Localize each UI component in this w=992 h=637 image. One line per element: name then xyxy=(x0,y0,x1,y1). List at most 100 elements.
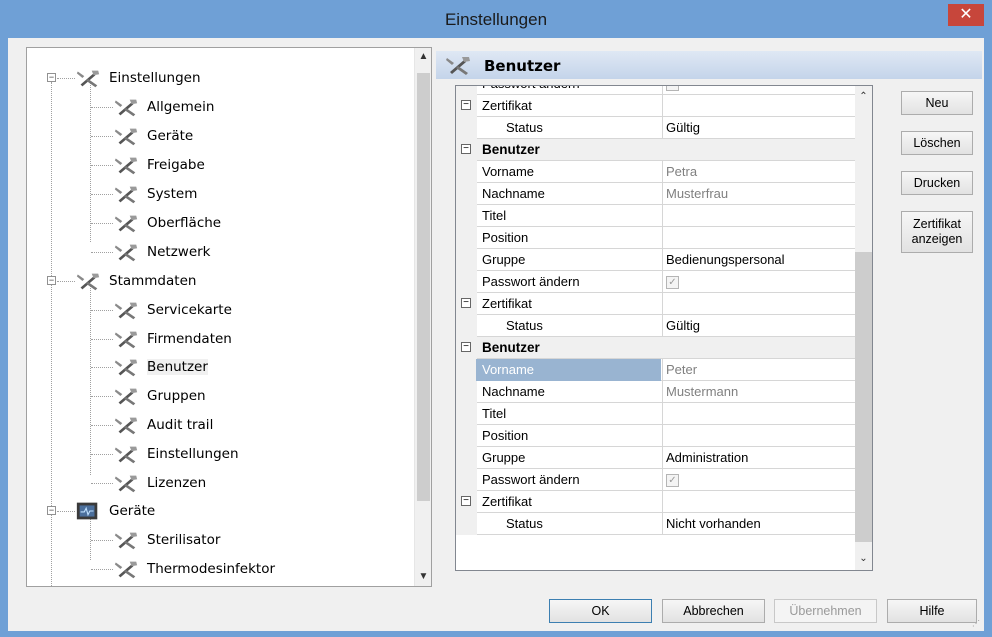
tree-item[interactable]: Oberfläche xyxy=(113,211,221,235)
grid-category-row[interactable]: − Benutzer xyxy=(456,139,856,161)
grid-collapse-toggle[interactable]: − xyxy=(461,298,471,308)
tree-item[interactable]: Netzwerk xyxy=(113,240,211,264)
tree-item[interactable]: Einstellungen xyxy=(113,442,239,466)
grid-category-row[interactable]: − Benutzer xyxy=(456,337,856,359)
tree-item[interactable]: Audit trail xyxy=(113,413,213,437)
grid-property-value[interactable]: Nicht vorhanden xyxy=(666,513,761,535)
grid-property-name: Zertifikat xyxy=(482,494,532,509)
tree-scroll-down-button[interactable]: ▼ xyxy=(415,568,431,586)
new-button[interactable]: Neu xyxy=(901,91,973,115)
grid-property-value[interactable]: Gültig xyxy=(666,315,700,337)
delete-button[interactable]: Löschen xyxy=(901,131,973,155)
grid-gutter xyxy=(456,183,477,205)
tree-collapse-toggle[interactable]: − xyxy=(47,276,56,285)
tree-item[interactable]: Benutzer xyxy=(113,355,208,379)
grid-property-row[interactable]: Passwort ändern ✓ xyxy=(456,469,856,491)
help-button[interactable]: Hilfe xyxy=(887,599,977,623)
grid-property-row[interactable]: Nachname Mustermann xyxy=(456,381,856,403)
grid-collapse-toggle[interactable]: − xyxy=(461,144,471,154)
grid-property-value[interactable]: ✓ xyxy=(666,469,679,491)
grid-property-value[interactable]: ✓ xyxy=(666,86,679,95)
grid-property-row[interactable]: Position xyxy=(456,227,856,249)
tree-item[interactable]: Freigabe xyxy=(113,153,205,177)
grid-property-row[interactable]: Titel xyxy=(456,403,856,425)
tree-scroll-thumb[interactable] xyxy=(417,73,430,501)
grid-property-value[interactable]: Peter xyxy=(666,359,697,381)
grid-property-row[interactable]: Passwort ändern ✓ xyxy=(456,86,856,95)
tree-item[interactable]: Sterilisator xyxy=(113,528,220,552)
tree-collapse-toggle[interactable]: − xyxy=(47,73,56,82)
grid-scroll-up-button[interactable]: ⌃ xyxy=(855,88,872,106)
grid-scroll-thumb[interactable] xyxy=(855,252,872,542)
tree-item[interactable]: Add-Ons xyxy=(75,583,167,586)
grid-column-separator xyxy=(662,86,663,95)
grid-property-value[interactable]: Administration xyxy=(666,447,748,469)
tools-icon xyxy=(114,128,138,146)
tree-item[interactable]: Stammdaten xyxy=(75,269,196,293)
grid-property-value[interactable]: Bedienungspersonal xyxy=(666,249,785,271)
grid-property-value[interactable]: Gültig xyxy=(666,117,700,139)
password-change-checkbox[interactable]: ✓ xyxy=(666,86,679,92)
tree-scroll-up-button[interactable]: ▲ xyxy=(415,48,431,66)
grid-column-separator xyxy=(662,293,663,315)
grid-property-row[interactable]: Gruppe Bedienungspersonal xyxy=(456,249,856,271)
show-certificate-button[interactable]: Zertifikat anzeigen xyxy=(901,211,973,253)
window-title: Einstellungen xyxy=(444,10,548,29)
tree-item[interactable]: Lizenzen xyxy=(113,471,206,495)
tree-item-label: Gruppen xyxy=(147,388,206,404)
tree-scrollbar[interactable]: ▲ ▼ xyxy=(414,48,431,586)
grid-property-value[interactable]: Petra xyxy=(666,161,697,183)
grid-property-row[interactable]: Vorname Petra xyxy=(456,161,856,183)
grid-gutter xyxy=(456,271,477,293)
tree-item[interactable]: Einstellungen xyxy=(75,66,201,90)
password-change-checkbox[interactable]: ✓ xyxy=(666,276,679,290)
grid-property-row[interactable]: − Zertifikat xyxy=(456,491,856,513)
grid-scroll-down-button[interactable]: ⌄ xyxy=(855,550,872,568)
tree-item[interactable]: Servicekarte xyxy=(113,298,232,322)
apply-button[interactable]: Übernehmen xyxy=(774,599,877,623)
grid-property-row[interactable]: Status Nicht vorhanden xyxy=(456,513,856,535)
grid-property-row[interactable]: Nachname Musterfrau xyxy=(456,183,856,205)
close-button[interactable]: ✕ xyxy=(948,4,984,26)
grid-column-separator xyxy=(662,381,663,403)
ok-button[interactable]: OK xyxy=(549,599,652,623)
cancel-button[interactable]: Abbrechen xyxy=(662,599,765,623)
grid-property-row[interactable]: Gruppe Administration xyxy=(456,447,856,469)
password-change-checkbox[interactable]: ✓ xyxy=(666,474,679,488)
tree-connector-line xyxy=(91,367,113,368)
tree-item-label: Oberfläche xyxy=(147,215,222,231)
tree-item[interactable]: Gruppen xyxy=(113,384,206,408)
settings-tree[interactable]: ▲ ▼ − Einstellungen Allgemein Geräte Freigab… xyxy=(26,47,432,587)
grid-gutter xyxy=(456,117,477,139)
grid-property-value[interactable]: Mustermann xyxy=(666,381,738,403)
grid-property-value[interactable]: ✓ xyxy=(666,271,679,293)
tree-item[interactable]: Thermodesinfektor xyxy=(113,557,275,581)
grid-property-row[interactable]: Position xyxy=(456,425,856,447)
grid-property-row[interactable]: − Zertifikat xyxy=(456,95,856,117)
grid-property-row[interactable]: Status Gültig xyxy=(456,117,856,139)
grid-property-row[interactable]: Titel xyxy=(456,205,856,227)
resize-grip[interactable]: ⋰ xyxy=(972,619,982,629)
tree-item[interactable]: Allgemein xyxy=(113,95,214,119)
tree-item[interactable]: Geräte xyxy=(113,124,193,148)
tree-item[interactable]: Firmendaten xyxy=(113,327,232,351)
grid-collapse-toggle[interactable]: − xyxy=(461,496,471,506)
tree-collapse-toggle[interactable]: − xyxy=(47,506,56,515)
grid-property-row[interactable]: Passwort ändern ✓ xyxy=(456,271,856,293)
print-button[interactable]: Drucken xyxy=(901,171,973,195)
tree-connector-line xyxy=(57,281,75,282)
property-grid[interactable]: Status Nicht vorhanden − Zertifikat Passwort… xyxy=(455,85,873,571)
grid-collapse-toggle[interactable]: − xyxy=(461,100,471,110)
tools-icon xyxy=(114,388,138,406)
grid-collapse-toggle[interactable]: − xyxy=(461,342,471,352)
grid-gutter: − xyxy=(456,491,477,513)
grid-property-row[interactable]: − Zertifikat xyxy=(456,293,856,315)
tree-item-label: Allgemein xyxy=(147,99,215,115)
grid-property-value[interactable]: Musterfrau xyxy=(666,183,728,205)
tree-item[interactable]: Geräte xyxy=(75,499,155,523)
tree-item[interactable]: System xyxy=(113,182,197,206)
grid-property-row[interactable]: Vorname Peter xyxy=(456,359,856,381)
grid-scrollbar[interactable]: ⌃ ⌄ xyxy=(855,86,872,570)
grid-property-row[interactable]: Status Gültig xyxy=(456,315,856,337)
grid-column-separator xyxy=(662,117,663,139)
